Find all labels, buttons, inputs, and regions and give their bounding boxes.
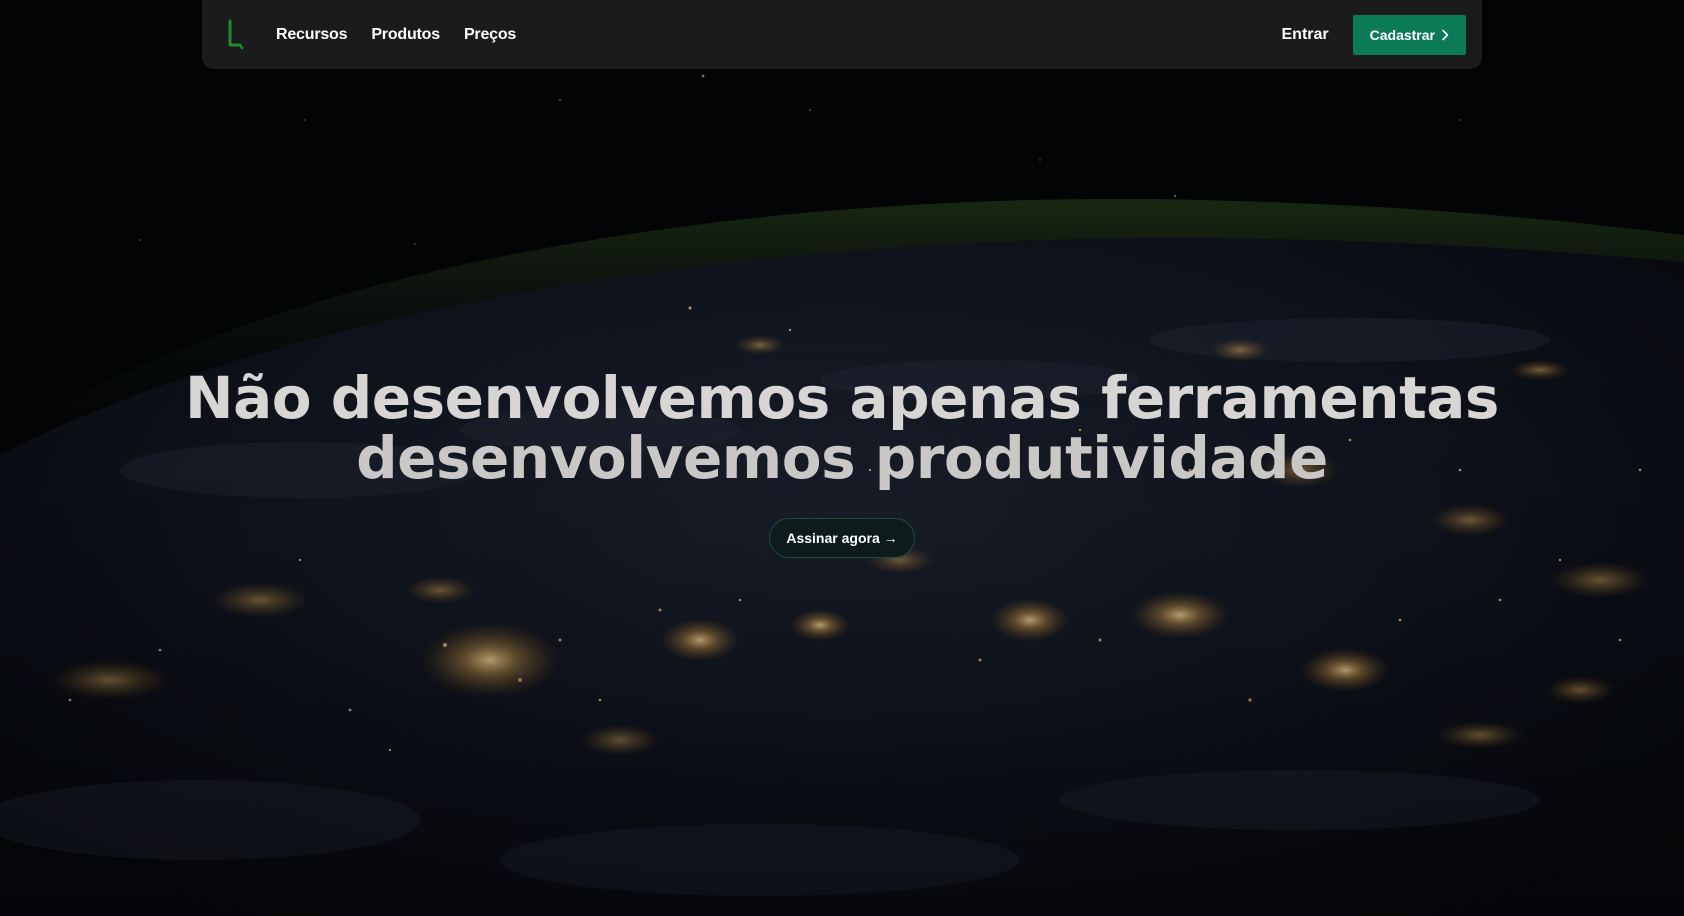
hero-cta-wrapper: Assinar agora → — [0, 518, 1684, 558]
green-l-logo-icon[interactable] — [224, 17, 248, 53]
signin-link[interactable]: Entrar — [1282, 26, 1329, 44]
hero-title-line-2: desenvolvemos produtividade — [356, 424, 1328, 492]
signup-button-label: Cadastrar — [1369, 26, 1435, 43]
landing-page: Recursos Produtos Preços Entrar Cadastra… — [0, 0, 1684, 916]
nav-links: Recursos Produtos Preços — [276, 26, 516, 44]
nav-link-produtos[interactable]: Produtos — [371, 26, 440, 44]
nav-link-recursos[interactable]: Recursos — [276, 26, 348, 44]
hero-title-line-1: Não desenvolvemos apenas ferramentas — [185, 364, 1499, 432]
subscribe-now-button[interactable]: Assinar agora → — [769, 518, 915, 558]
hero-section: Não desenvolvemos apenas ferramentas des… — [0, 368, 1684, 558]
nav-link-precos[interactable]: Preços — [464, 26, 516, 44]
nav-actions: Entrar Cadastrar — [1282, 14, 1466, 55]
chevron-right-icon — [1441, 29, 1449, 41]
signup-button[interactable]: Cadastrar — [1352, 14, 1466, 55]
top-navbar: Recursos Produtos Preços Entrar Cadastra… — [202, 0, 1482, 69]
hero-title: Não desenvolvemos apenas ferramentas des… — [0, 368, 1684, 488]
